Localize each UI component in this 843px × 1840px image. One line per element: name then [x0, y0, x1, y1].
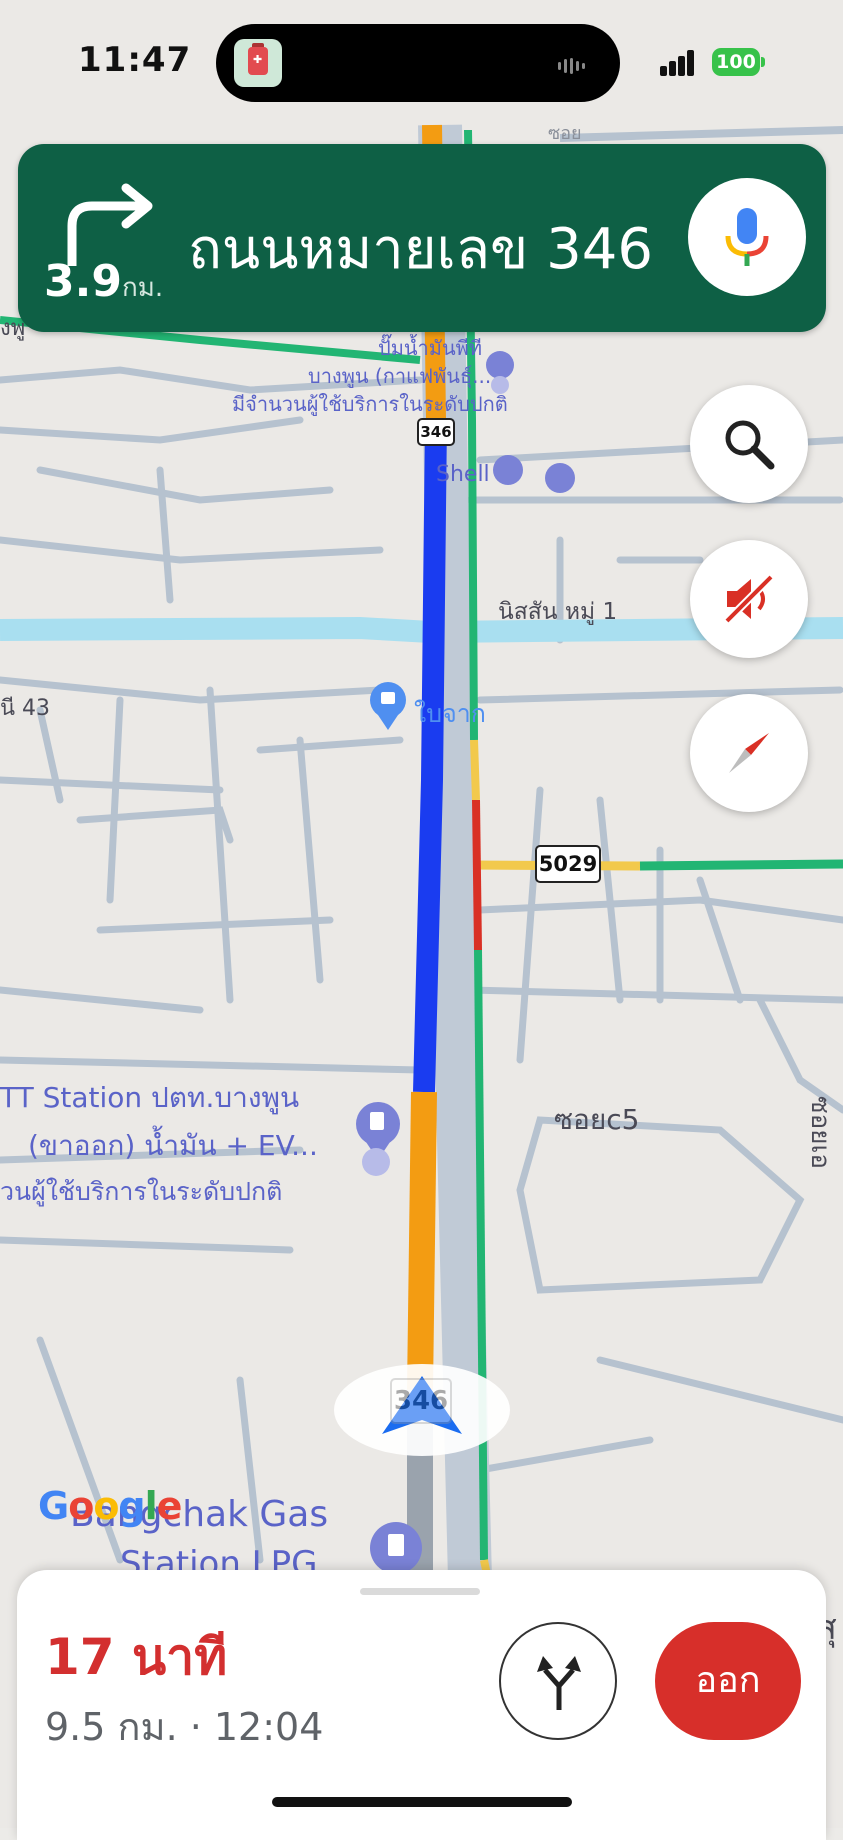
turn-distance-value: 3.9	[44, 256, 122, 307]
turn-distance: 3.9กม.	[44, 256, 163, 308]
eta-distance-arrival: 9.5 กม. · 12:04	[45, 1705, 324, 1749]
cellular-signal-icon	[660, 50, 702, 76]
sheet-drag-handle[interactable]	[360, 1588, 480, 1595]
street-name: ถนนหมายเลข 346	[188, 217, 653, 282]
poi-baijak[interactable]: ใบจาก	[414, 694, 486, 734]
sound-muted-icon	[724, 574, 774, 624]
place-label-nissan: นิสสัน หมู่ 1	[498, 599, 618, 625]
search-button[interactable]	[690, 385, 808, 503]
battery-nub	[761, 57, 765, 67]
google-logo: Google	[38, 1484, 182, 1528]
road-label-soi-vertical: ซอยเอ	[805, 1096, 835, 1169]
home-indicator[interactable]	[272, 1797, 572, 1807]
bangchak-gas-pin[interactable]	[370, 1522, 422, 1574]
shield-346-bottom: 346	[390, 1378, 452, 1424]
status-bar: 11:47 ✚ 100	[0, 0, 843, 125]
poi-ptt-line1[interactable]: TT Station ปตท.บางพูน	[0, 1076, 299, 1120]
audio-wave-icon	[558, 55, 598, 74]
compass-button[interactable]	[690, 694, 808, 812]
turn-distance-unit: กม.	[121, 273, 164, 303]
navigation-banner[interactable]: 3.9กม. ถนนหมายเลข 346	[18, 144, 826, 332]
mute-button[interactable]	[690, 540, 808, 658]
poi-ptt-line3[interactable]: วนผู้ใช้บริการในระดับปกติ	[0, 1172, 282, 1212]
alternate-routes-icon	[537, 1656, 581, 1710]
live-activity-app-icon[interactable]: ✚	[234, 39, 282, 87]
route-line-orange-2	[407, 1091, 437, 1391]
alternate-routes-button[interactable]	[499, 1622, 617, 1740]
route-line-blue	[413, 419, 447, 1093]
poi-ptt-line2[interactable]: (ขาออก) น้ำมัน + EV...	[28, 1124, 318, 1168]
poi-gas-top-line3[interactable]: มีจำนวนผู้ใช้บริการในระดับปกติ	[232, 388, 508, 420]
road-label-43: นี 43	[0, 696, 51, 721]
voice-search-button[interactable]	[688, 178, 806, 296]
poi-shell[interactable]: Shell	[436, 462, 490, 487]
eta-duration: 17 นาที	[45, 1628, 228, 1686]
battery-indicator: 100	[712, 48, 760, 76]
shield-5029: 5029	[535, 845, 601, 883]
road-label-soi-c5: ซอยc5	[554, 1103, 640, 1136]
exit-navigation-button[interactable]: ออก	[655, 1622, 801, 1740]
compass-icon	[729, 733, 769, 773]
dynamic-island[interactable]: ✚	[216, 24, 620, 102]
search-icon	[725, 420, 775, 470]
shield-346-top: 346	[417, 418, 455, 446]
microphone-icon	[725, 208, 769, 266]
status-time: 11:47	[78, 40, 192, 80]
